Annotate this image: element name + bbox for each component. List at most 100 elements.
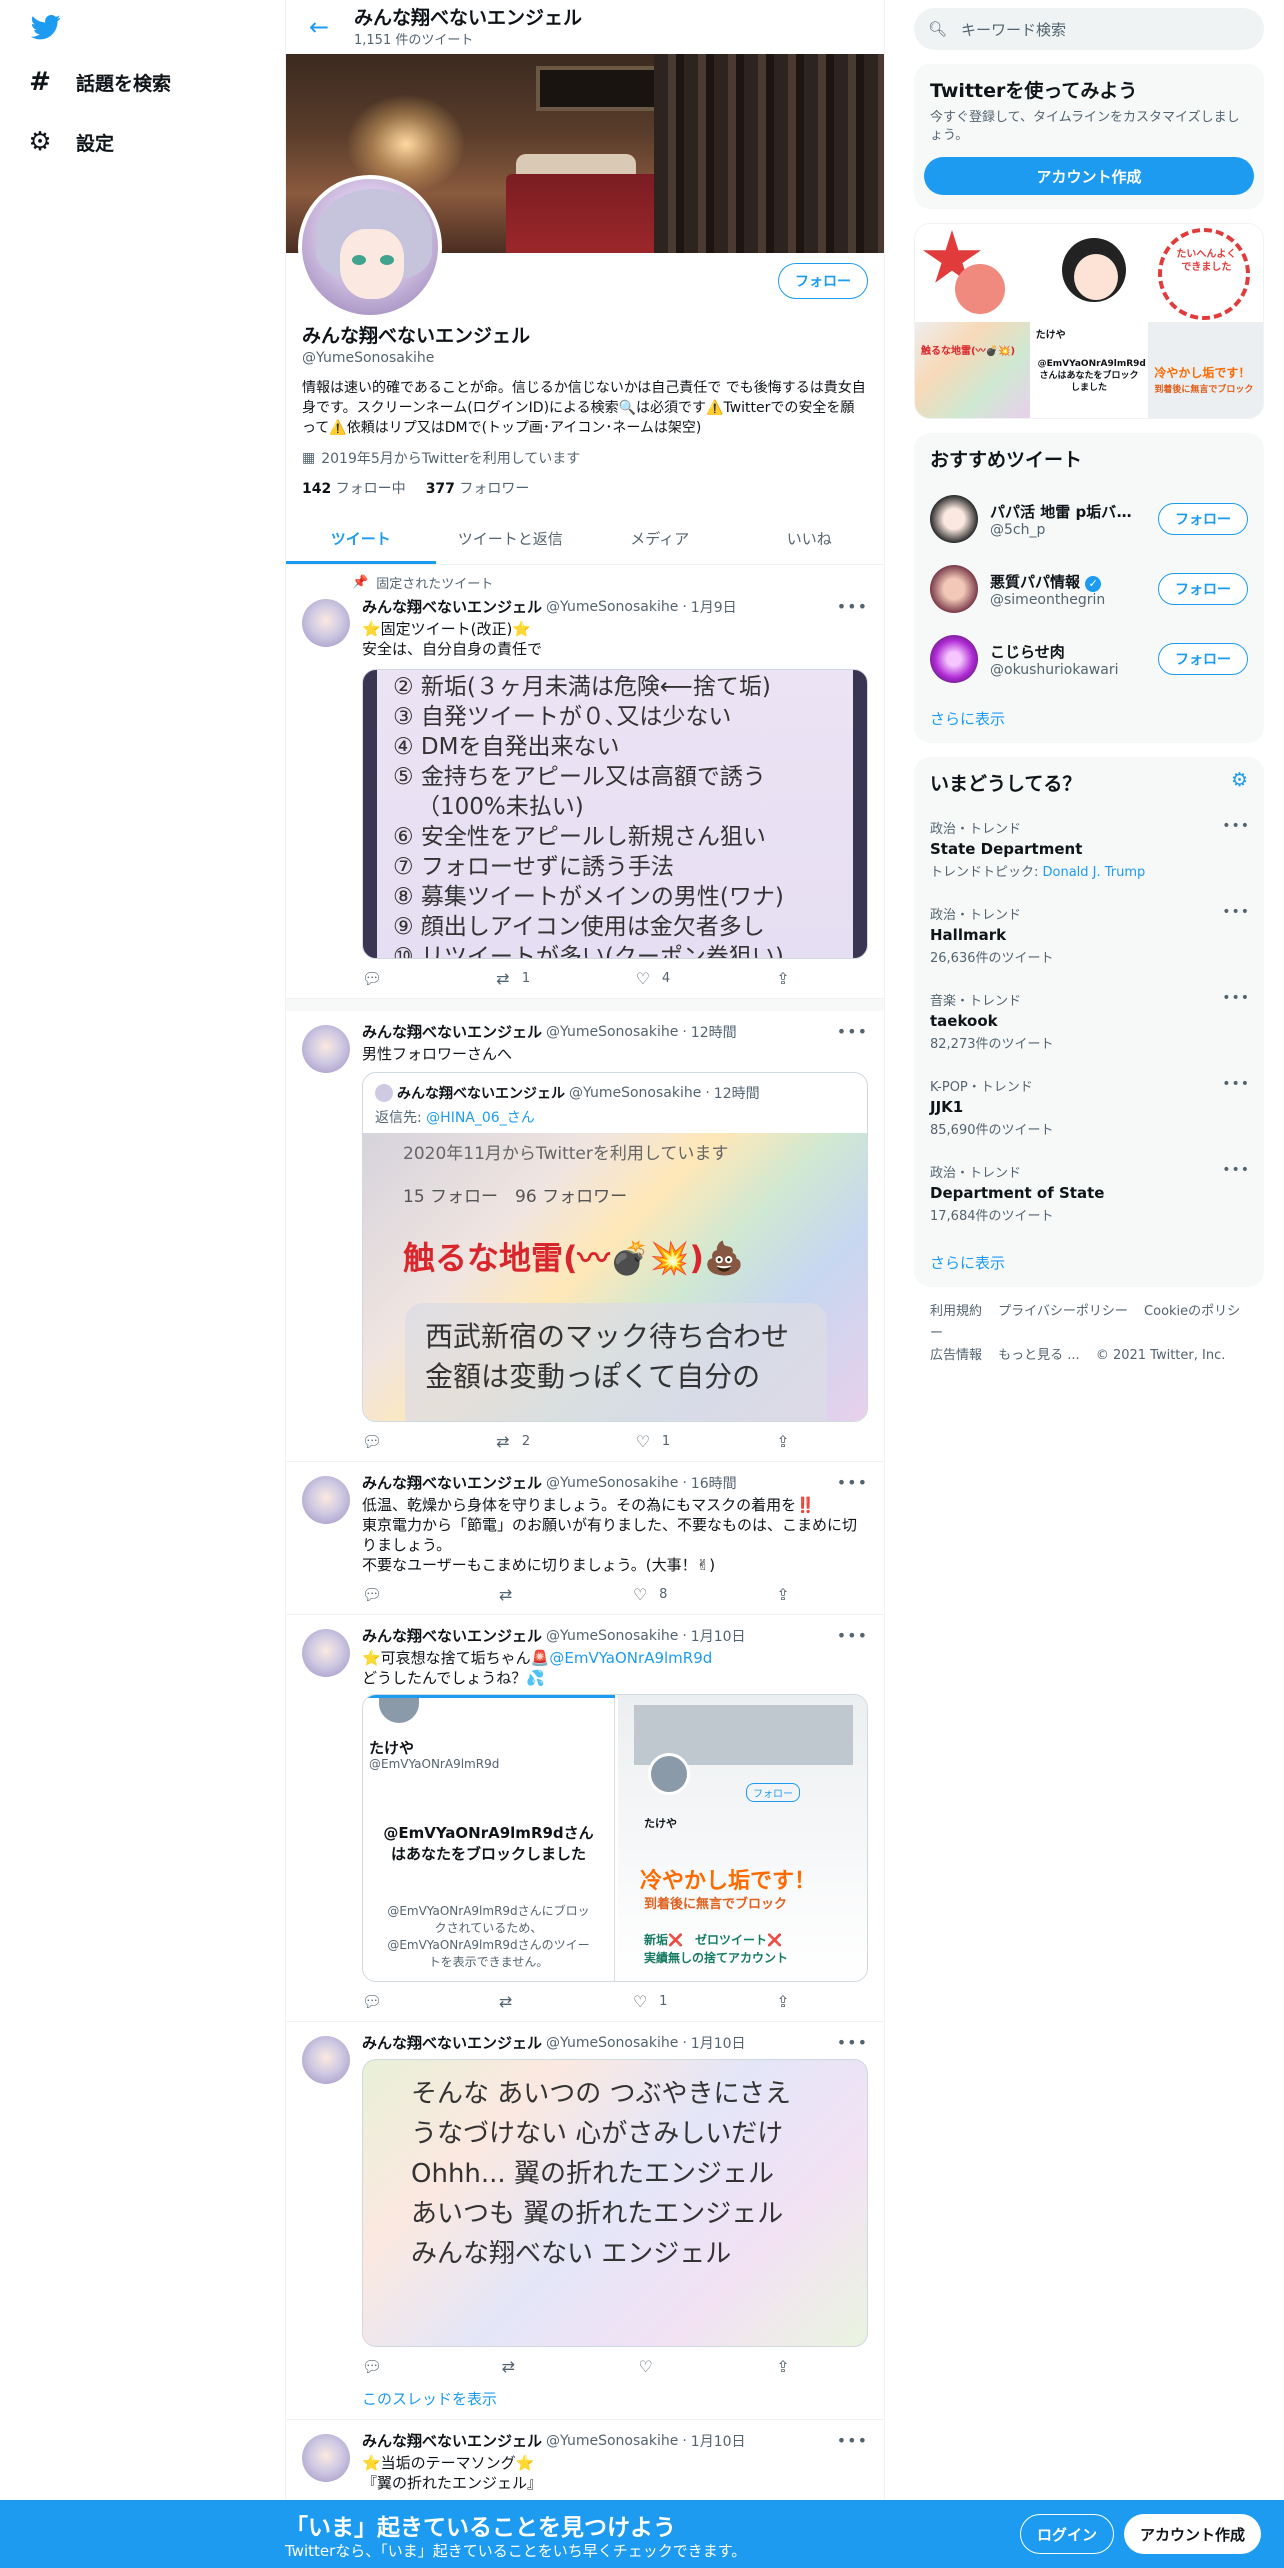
reply-button[interactable]: 💬︎ (362, 1585, 390, 1604)
followers-link[interactable]: 377 フォロワー (426, 478, 530, 498)
tweet-avatar[interactable] (302, 2434, 350, 2482)
reply-button[interactable]: 💬︎ (362, 969, 390, 988)
trends-show-more-link[interactable]: さらに表示 (914, 1238, 1264, 1287)
media-thumb[interactable]: たけや @EmVYaONrA9lmR9dさんはあなたをブロックしました (1031, 322, 1147, 418)
retweet-button[interactable]: ⇄ 1 (494, 969, 530, 988)
reply-button[interactable]: 💬︎ (362, 1432, 390, 1451)
tweet-image-right[interactable]: フォロー たけや 冷やかし垢です！ 到着後に無言でブロック 新垢❌ ゼロツイート… (618, 1695, 867, 1981)
tweet-author-name[interactable]: みんな翔べないエンジェル (362, 1625, 542, 1646)
tweet-author-handle[interactable]: @YumeSonosakihe (546, 2433, 678, 2449)
quoted-tweet[interactable]: みんな翔べないエンジェル @YumeSonosakihe · 12時間 返信先:… (362, 1072, 868, 1422)
more-icon[interactable]: ••• (837, 2431, 868, 2450)
more-icon[interactable]: ••• (1222, 1076, 1250, 1092)
tab-tweets-replies[interactable]: ツイートと返信 (436, 512, 586, 564)
like-button[interactable]: ♡ (637, 2357, 655, 2376)
footer-link[interactable]: 利用規約 (930, 1304, 982, 1319)
more-icon[interactable]: ••• (1222, 990, 1250, 1006)
tweet-time[interactable]: 1月10日 (691, 2033, 746, 2053)
nav-settings[interactable]: ⚙ 設定 (26, 127, 114, 157)
follow-button[interactable]: フォロー (1158, 573, 1248, 605)
tweet-poem-image[interactable]: みんな翔べないエンジェル @YumeSonosakihe · 1月10日 •••… (286, 2022, 884, 2420)
gear-icon[interactable]: ⚙ (1231, 769, 1248, 796)
tweet-avatar[interactable] (302, 1476, 350, 1524)
reply-button[interactable]: 💬︎ (362, 2357, 382, 2376)
tweet-image-left[interactable]: たけや @EmVYaONrA9lmR9d @EmVYaONrA9lmR9dさんは… (363, 1695, 615, 1981)
tweet-avatar[interactable] (302, 599, 350, 647)
retweet-button[interactable]: ⇄ (499, 2357, 517, 2376)
tweet-author-handle[interactable]: @YumeSonosakihe (546, 599, 678, 615)
media-thumb[interactable] (1031, 224, 1147, 320)
tweet-time[interactable]: 16時間 (691, 1473, 737, 1493)
recommended-user[interactable]: こじらせ肉 @okushuriokawari フォロー (914, 624, 1264, 694)
nav-explore[interactable]: # 話題を検索 (26, 67, 171, 97)
share-button[interactable]: ⇪ (774, 1432, 792, 1451)
share-button[interactable]: ⇪ (774, 969, 792, 988)
tweet-pinned[interactable]: 📌 固定されたツイート みんな翔べないエンジェル @YumeSonosakihe… (286, 565, 884, 999)
show-thread-link[interactable]: このスレッドを表示 (362, 2388, 868, 2409)
tweet-image[interactable]: そんな あいつの つぶやきにさえ うなづけない 心がさみしいだけ Ohhh...… (362, 2059, 868, 2347)
tweet-author-handle[interactable]: @YumeSonosakihe (546, 1628, 678, 1644)
footer-link[interactable]: プライバシーポリシー (998, 1304, 1128, 1319)
recommended-user[interactable]: パパ活 地雷 p垢バトル...@5ch_p フォロー (914, 484, 1264, 554)
tweet-text-only[interactable]: みんな翔べないエンジェル @YumeSonosakihe · 16時間 ••• … (286, 1462, 884, 1615)
more-icon[interactable]: ••• (837, 2033, 868, 2052)
follow-button[interactable]: フォロー (1158, 643, 1248, 675)
tab-tweets[interactable]: ツイート (286, 512, 436, 564)
trend-item[interactable]: 政治・トレンド Department of State 17,684件のツイート… (914, 1152, 1264, 1238)
signup-button[interactable]: アカウント作成 (1124, 2514, 1262, 2554)
more-icon[interactable]: ••• (837, 1473, 868, 1492)
reply-button[interactable]: 💬︎ (362, 1992, 390, 2011)
footer-link[interactable]: 広告情報 (930, 1348, 982, 1363)
following-link[interactable]: 142 フォロー中 (302, 478, 406, 498)
media-thumb[interactable]: たいへんよくできました (1148, 224, 1263, 320)
tweet-time[interactable]: 1月10日 (691, 1626, 746, 1646)
tweet-image[interactable]: ② 新垢(３ヶ月未満は危険⟵捨て垢) ③ 自発ツイートが０､又は少ない ④ DMを自… (362, 669, 868, 959)
tweet-quote[interactable]: みんな翔べないエンジェル @YumeSonosakihe · 12時間 ••• … (286, 999, 884, 1462)
share-button[interactable]: ⇪ (774, 2357, 792, 2376)
tweet-theme-song[interactable]: みんな翔べないエンジェル @YumeSonosakihe · 1月10日 •••… (286, 2420, 884, 2503)
media-thumb[interactable]: 冷やかし垢です！ 到着後に無言でブロック (1148, 322, 1263, 418)
tweet-author-handle[interactable]: @YumeSonosakihe (546, 2035, 678, 2051)
more-icon[interactable]: ••• (1222, 1162, 1250, 1178)
retweet-button[interactable]: ⇄ (497, 1585, 525, 1604)
retweet-button[interactable]: ⇄ 2 (494, 1432, 530, 1451)
tweet-time[interactable]: 12時間 (691, 1022, 737, 1042)
tweet-author-name[interactable]: みんな翔べないエンジェル (362, 596, 542, 617)
profile-avatar[interactable] (298, 175, 442, 319)
tweet-author-name[interactable]: みんな翔べないエンジェル (362, 1472, 542, 1493)
recommended-user[interactable]: 悪質パパ情報 ✓ @simeonthegrin フォロー (914, 554, 1264, 624)
more-icon[interactable]: ••• (837, 597, 868, 616)
like-button[interactable]: ♡ 1 (631, 1992, 667, 2011)
tweet-avatar[interactable] (302, 1025, 350, 1073)
more-icon[interactable]: ••• (1222, 904, 1250, 920)
retweet-button[interactable]: ⇄ (497, 1992, 525, 2011)
tab-media[interactable]: メディア (585, 512, 735, 564)
tweet-author-handle[interactable]: @YumeSonosakihe (546, 1024, 678, 1040)
share-button[interactable]: ⇪ (774, 1585, 792, 1604)
tweet-two-images[interactable]: みんな翔べないエンジェル @YumeSonosakihe · 1月10日 •••… (286, 1615, 884, 2022)
tweet-avatar[interactable] (302, 1629, 350, 1677)
profile-follow-button[interactable]: フォロー (778, 263, 868, 299)
more-icon[interactable]: ••• (837, 1022, 868, 1041)
back-arrow-icon[interactable]: ← (304, 12, 334, 42)
trend-item[interactable]: 政治・トレンド Hallmark 26,636件のツイート ••• (914, 894, 1264, 980)
tweet-time[interactable]: 1月10日 (691, 2431, 746, 2451)
follow-button[interactable]: フォロー (1158, 503, 1248, 535)
show-more-link[interactable]: さらに表示 (914, 694, 1264, 743)
tweet-author-name[interactable]: みんな翔べないエンジェル (362, 2430, 542, 2451)
trend-item[interactable]: 音楽・トレンド taekook 82,273件のツイート ••• (914, 980, 1264, 1066)
tab-likes[interactable]: いいね (735, 512, 885, 564)
like-button[interactable]: ♡ 4 (634, 969, 670, 988)
tweet-time[interactable]: 1月9日 (691, 597, 737, 617)
mention-link[interactable]: @EmVYaONrA9lmR9d (549, 1649, 712, 1667)
like-button[interactable]: ♡ 1 (634, 1432, 670, 1451)
share-button[interactable]: ⇪ (774, 1992, 792, 2011)
tweet-author-name[interactable]: みんな翔べないエンジェル (362, 2032, 542, 2053)
media-thumb[interactable]: 触るな地雷(〰💣💥) (915, 322, 1030, 418)
footer-link[interactable]: もっと見る ... (998, 1348, 1080, 1363)
tweet-avatar[interactable] (302, 2036, 350, 2084)
tweet-author-handle[interactable]: @YumeSonosakihe (546, 1475, 678, 1491)
like-button[interactable]: ♡ 8 (631, 1585, 667, 1604)
login-button[interactable]: ログイン (1020, 2514, 1115, 2554)
media-thumb[interactable] (915, 224, 1030, 320)
